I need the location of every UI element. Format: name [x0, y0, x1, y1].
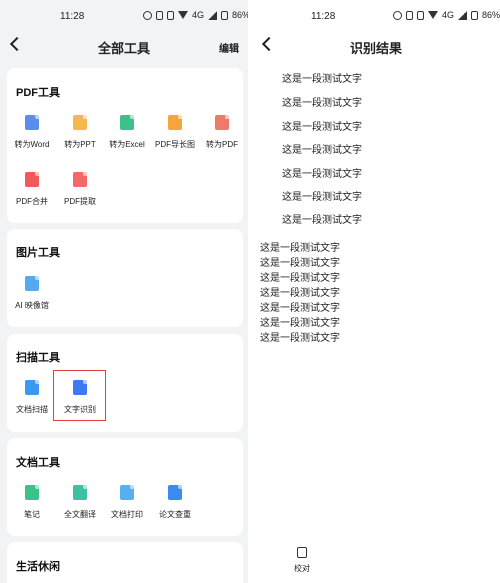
status-time: 11:28: [60, 11, 85, 22]
battery-icon: [471, 10, 479, 20]
page-title: 识别结果: [349, 41, 402, 56]
proofread-icon: [297, 547, 307, 558]
battery-icon: [221, 10, 229, 20]
translate-icon: [73, 485, 87, 500]
result-line: 这是一段测试文字: [282, 169, 362, 180]
page-title: 全部工具: [97, 41, 150, 56]
signal-icon: [458, 10, 468, 20]
ocr-icon: [73, 380, 87, 395]
leisure-card: 生活休闲: [7, 542, 243, 583]
tool-translate[interactable]: 全文翻译: [55, 485, 105, 520]
tool-label: 转为Excel: [109, 140, 145, 149]
image-icon: [168, 115, 182, 130]
tool-label: 文档打印: [111, 510, 143, 519]
tool-to-excel[interactable]: 转为Excel: [102, 115, 152, 150]
result-line: 这是一段测试文字: [260, 318, 340, 329]
result-line: 这是一段测试文字: [260, 243, 340, 254]
tool-label: 文档扫描: [16, 405, 48, 414]
result-line: 这是一段测试文字: [282, 215, 362, 226]
battery-level: 86%: [482, 10, 500, 20]
proofread-button[interactable]: 校对: [290, 547, 314, 574]
tool-label: PDF提取: [64, 197, 96, 206]
network-type: 4G: [192, 10, 205, 20]
result-line: 这是一段测试文字: [260, 333, 340, 344]
tool-label: 论文查重: [159, 510, 191, 519]
tool-to-pdf[interactable]: 转为PDF: [197, 115, 247, 150]
excel-icon: [120, 115, 134, 130]
tool-label: 文字识别: [64, 405, 96, 414]
result-line: 这是一段测试文字: [282, 74, 362, 85]
tool-pdf-long-image[interactable]: PDF导长图: [150, 115, 200, 150]
section-title: PDF工具: [16, 87, 60, 99]
result-line: 这是一段测试文字: [260, 258, 340, 269]
result-line: 这是一段测试文字: [282, 192, 362, 203]
all-tools-screen: 11:28 4G 86% 全部工具 编辑 PDF工具 图片工具: [0, 0, 248, 583]
edit-button[interactable]: 编辑: [219, 40, 239, 55]
tool-label: PDF导长图: [155, 140, 195, 149]
scan-icon: [25, 380, 39, 395]
status-bar: 11:28 4G 86%: [0, 0, 248, 34]
status-icons: 4G 86%: [393, 10, 500, 20]
signal-icon: [208, 10, 218, 20]
vibrate-icon: [156, 10, 163, 20]
tool-label: 笔记: [24, 510, 40, 519]
result-line: 这是一段测试文字: [282, 145, 362, 156]
nav-bar: 全部工具 编辑: [0, 34, 248, 60]
tool-label: PDF合并: [16, 197, 48, 206]
status-time: 11:28: [311, 11, 336, 22]
print-icon: [120, 485, 134, 500]
nav-bar: 识别结果: [252, 34, 500, 60]
note-icon: [25, 485, 39, 500]
tool-ocr[interactable]: 文字识别: [55, 380, 105, 415]
tool-label: 转为PDF: [206, 140, 238, 149]
tool-label: 转为Word: [14, 140, 50, 149]
ai-image-icon: [25, 276, 39, 291]
tool-ai-image[interactable]: AI 映像馆: [7, 276, 57, 311]
section-title: 扫描工具: [16, 352, 60, 364]
screenshot-root: 11:28 4G 86% 全部工具 编辑 PDF工具 图片工具: [0, 0, 500, 583]
tool-to-ppt[interactable]: 转为PPT: [55, 115, 105, 150]
result-line: 这是一段测试文字: [282, 122, 362, 133]
section-title: 生活休闲: [16, 561, 60, 573]
result-line: 这是一段测试文字: [282, 98, 362, 109]
alarm-icon: [143, 10, 152, 20]
alarm-icon: [393, 10, 402, 20]
tool-pdf-extract[interactable]: PDF提取: [55, 172, 105, 207]
status-bar: 11:28 4G 86%: [252, 0, 500, 34]
extract-icon: [73, 172, 87, 187]
result-line: 这是一段测试文字: [260, 273, 340, 284]
tool-label: 全文翻译: [64, 510, 96, 519]
nfc-icon: [167, 10, 174, 20]
vibrate-icon: [406, 10, 413, 20]
tool-print[interactable]: 文档打印: [102, 485, 152, 520]
tool-label: 转为PPT: [64, 140, 96, 149]
section-title: 图片工具: [16, 247, 60, 259]
ocr-result-screen: 11:28 4G 86% 识别结果 这是一段测试文字 这是一段测试文字 这是一段…: [252, 0, 500, 583]
word-icon: [25, 115, 39, 130]
result-line: 这是一段测试文字: [260, 288, 340, 299]
result-line: 这是一段测试文字: [260, 303, 340, 314]
ppt-icon: [73, 115, 87, 130]
tool-pdf-merge[interactable]: PDF合并: [7, 172, 57, 207]
tool-plagiarism-check[interactable]: 论文查重: [150, 485, 200, 520]
tool-doc-scan[interactable]: 文档扫描: [7, 380, 57, 415]
wifi-icon: [428, 11, 438, 19]
tool-label: AI 映像馆: [15, 301, 49, 310]
tool-notes[interactable]: 笔记: [7, 485, 57, 520]
nfc-icon: [417, 10, 424, 20]
network-type: 4G: [442, 10, 455, 20]
status-icons: 4G 86%: [143, 10, 248, 20]
wifi-icon: [178, 11, 188, 19]
battery-level: 86%: [232, 10, 248, 20]
merge-icon: [25, 172, 39, 187]
pdf-icon: [215, 115, 229, 130]
proofread-label: 校对: [294, 564, 310, 573]
section-title: 文档工具: [16, 457, 60, 469]
tool-to-word[interactable]: 转为Word: [7, 115, 57, 150]
check-paper-icon: [168, 485, 182, 500]
